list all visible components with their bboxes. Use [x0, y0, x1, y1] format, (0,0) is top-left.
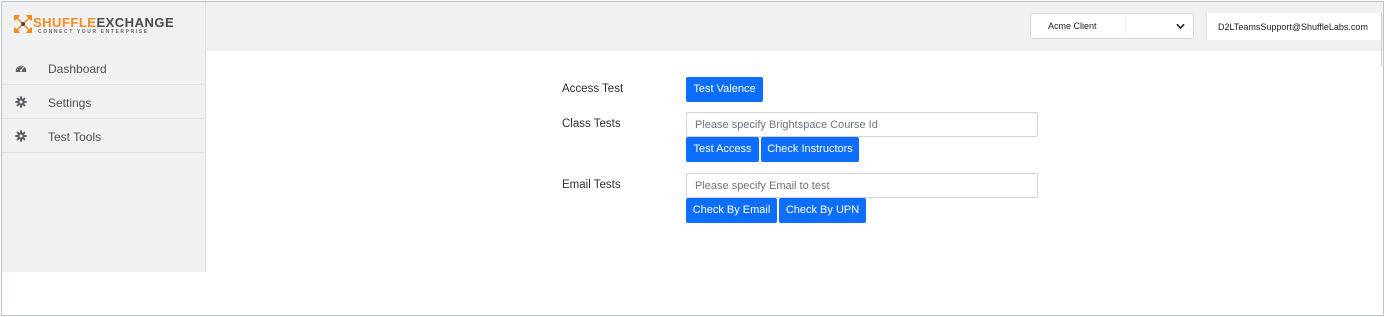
shuffle-exchange-logo[interactable]: SHUFFLEEXCHANGE CONNECT YOUR ENTERPRISE: [11, 12, 183, 36]
access-test-label: Access Test: [562, 83, 624, 95]
app-window: SHUFFLEEXCHANGE CONNECT YOUR ENTERPRISE …: [1, 1, 1384, 316]
logo-mark-icon: [14, 15, 32, 33]
logo-brand-part1: SHUFFLE: [33, 15, 97, 30]
check-instructors-button[interactable]: Check Instructors: [761, 137, 859, 162]
logo-wordmark: SHUFFLEEXCHANGE: [33, 15, 174, 30]
email-tests-label: Email Tests: [562, 179, 621, 191]
course-id-input[interactable]: [686, 112, 1038, 137]
user-email-text: D2LTeamsSupport@ShuffleLabs.com: [1218, 22, 1368, 32]
user-email-display[interactable]: D2LTeamsSupport@ShuffleLabs.com: [1206, 13, 1381, 40]
sidebar-item-label: Settings: [48, 96, 92, 110]
chevron-down-icon: [1176, 23, 1185, 29]
topbar-divider: [1381, 12, 1382, 66]
sidebar: Dashboard Settings Test Tools: [2, 51, 206, 272]
email-test-input[interactable]: [686, 173, 1038, 198]
sidebar-item-test-tools[interactable]: Test Tools: [2, 119, 205, 153]
client-select-divider: [1125, 17, 1126, 35]
gear-icon: [15, 96, 27, 108]
sidebar-item-settings[interactable]: Settings: [2, 85, 205, 119]
dashboard-icon: [15, 65, 27, 72]
class-tests-label: Class Tests: [562, 118, 621, 130]
test-valence-button[interactable]: Test Valence: [686, 77, 763, 102]
check-by-email-button[interactable]: Check By Email: [686, 198, 777, 223]
client-select[interactable]: Acme Client: [1030, 13, 1194, 39]
client-select-value: Acme Client: [1048, 21, 1097, 31]
check-by-upn-button[interactable]: Check By UPN: [779, 198, 866, 223]
logo-area: SHUFFLEEXCHANGE CONNECT YOUR ENTERPRISE: [2, 2, 206, 51]
logo-tagline: CONNECT YOUR ENTERPRISE: [38, 29, 149, 35]
top-bar: SHUFFLEEXCHANGE CONNECT YOUR ENTERPRISE …: [2, 2, 1383, 66]
logo-brand-part2: EXCHANGE: [96, 15, 175, 30]
sidebar-item-label: Test Tools: [48, 130, 102, 144]
sidebar-item-dashboard[interactable]: Dashboard: [2, 51, 205, 85]
gear-icon: [15, 130, 27, 142]
sidebar-item-label: Dashboard: [48, 62, 107, 76]
test-access-button[interactable]: Test Access: [686, 137, 759, 162]
